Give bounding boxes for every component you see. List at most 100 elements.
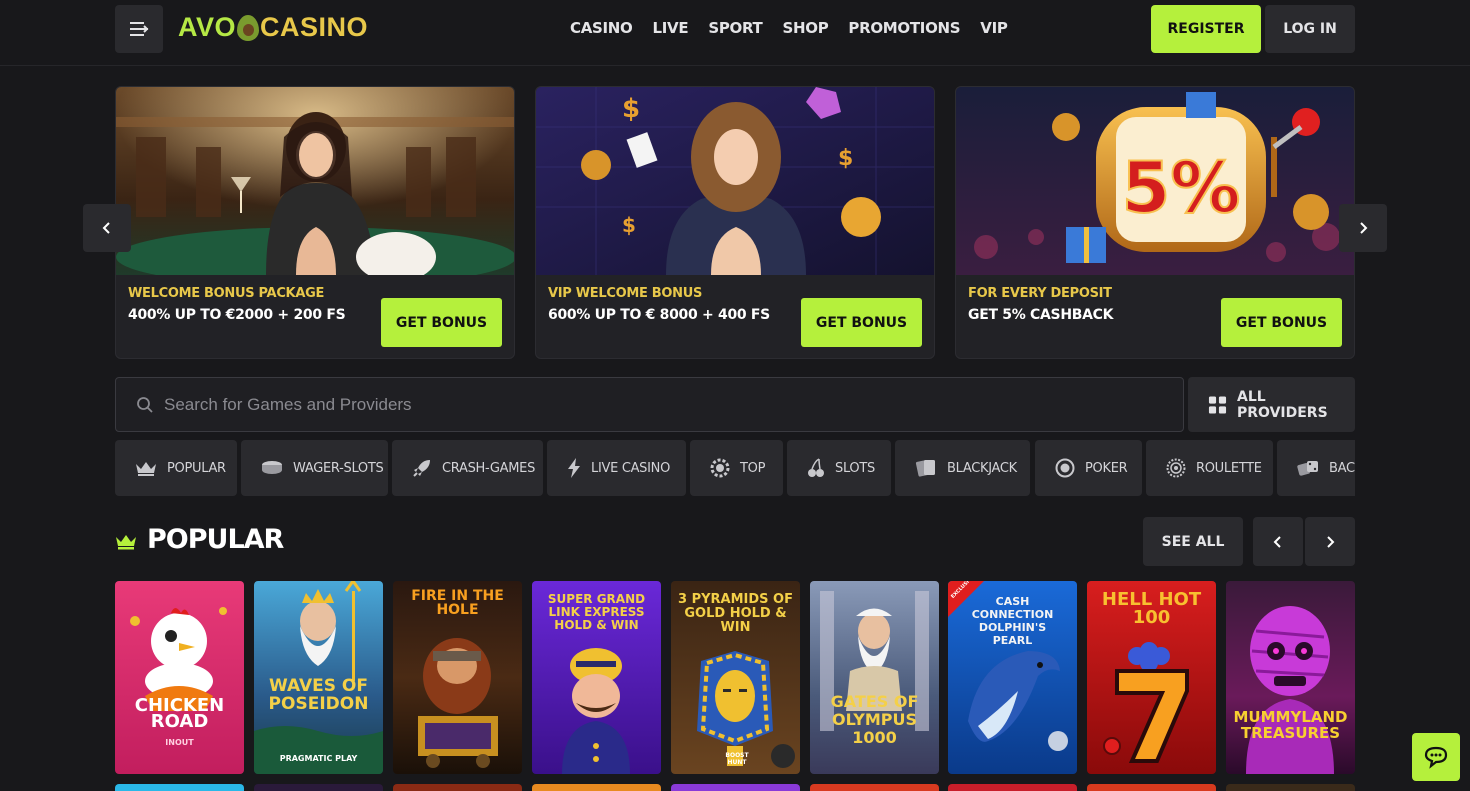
grid-icon [1208, 395, 1227, 414]
roulette-icon [1166, 458, 1186, 478]
category-slots[interactable]: SLOTS [787, 440, 891, 496]
chat-icon [1424, 746, 1448, 769]
get-bonus-button-cashback[interactable]: GET BONUS [1221, 298, 1342, 347]
nav-shop[interactable]: SHOP [782, 19, 828, 37]
category-live-casino[interactable]: LIVE CASINO [547, 440, 686, 496]
cherry-icon [808, 458, 824, 477]
top-bar: AVO CASINO CASINO LIVE SPORT SHOP PROMOTI… [0, 0, 1470, 66]
game-title: WAVES OF POSEIDON [268, 676, 369, 714]
category-crash-games[interactable]: CRASH-GAMES [392, 440, 543, 496]
nav-promotions[interactable]: PROMOTIONS [848, 19, 960, 37]
logo[interactable]: AVO CASINO [178, 12, 368, 43]
category-roulette[interactable]: ROULETTE [1146, 440, 1273, 496]
dice-icon [1297, 461, 1318, 476]
game-title: HELL HOT 100 [1101, 589, 1202, 628]
category-baccarat[interactable]: BACCARAT [1277, 440, 1355, 496]
game-tile-peek[interactable] [115, 784, 244, 791]
avocado-icon [237, 14, 260, 41]
badge-icon [710, 458, 730, 478]
chevron-right-icon [1360, 222, 1368, 234]
category-label: ROULETTE [1196, 460, 1262, 476]
chevron-left-icon [1273, 535, 1281, 548]
main-nav: CASINO LIVE SPORT SHOP PROMOTIONS VIP [570, 19, 1008, 37]
game-title: MUMMYLAND TREASURES [1233, 708, 1348, 742]
promo-banner-welcome[interactable]: WELCOME BONUS PACKAGE 400% UP TO €2000 +… [115, 86, 515, 359]
category-blackjack[interactable]: BLACKJACK [895, 440, 1030, 496]
game-tile-cash-connection[interactable]: EXCLUSIVE CASH CONNECTION DOLPHIN'S PEAR… [948, 581, 1077, 774]
crown-icon [116, 535, 136, 550]
svg-text:$: $ [622, 213, 636, 237]
game-tile-gates-of-olympus[interactable]: GATES OF OLYMPUS 1000 [810, 581, 939, 774]
game-title: GATES OF OLYMPUS 1000 [830, 692, 919, 747]
game-tile-mummyland[interactable]: MUMMYLAND TREASURES [1226, 581, 1355, 774]
game-title: CHICKEN ROAD [134, 695, 225, 732]
menu-toggle-button[interactable] [115, 5, 163, 53]
promo-banner-vip[interactable]: $ $ $ VIP WELCOME BONUS 600% UP TO € 800… [535, 86, 935, 359]
category-top[interactable]: TOP [690, 440, 783, 496]
menu-icon [130, 22, 149, 36]
game-title: SUPER GRAND LINK EXPRESS HOLD & WIN [547, 592, 646, 632]
game-tile-peek[interactable] [254, 784, 383, 791]
game-tile-waves-of-poseidon[interactable]: WAVES OF POSEIDON PRAGMATIC PLAY [254, 581, 383, 774]
game-tile-peek[interactable] [532, 784, 661, 791]
support-chat-button[interactable] [1412, 733, 1460, 781]
games-next-button[interactable] [1305, 517, 1355, 566]
game-tile-pyramids-of-gold[interactable]: 3 PYRAMIDS OF GOLD HOLD & WIN BOOST HUNT [671, 581, 800, 774]
category-bar: POPULAR WAGER-SLOTS CRASH-GAMES LIVE CAS… [115, 440, 1355, 497]
game-tile-peek[interactable] [671, 784, 800, 791]
category-label: BACCARAT [1329, 460, 1355, 476]
search-icon [137, 396, 153, 413]
category-label: WAGER-SLOTS [293, 460, 384, 476]
category-label: SLOTS [835, 460, 875, 476]
chevron-left-icon [102, 222, 110, 234]
nav-live[interactable]: LIVE [653, 19, 689, 37]
game-tile-hell-hot[interactable]: HELL HOT 100 [1087, 581, 1216, 774]
banner-next-button[interactable] [1339, 204, 1387, 252]
banner-prev-button[interactable] [83, 204, 131, 252]
cards-icon [915, 460, 935, 477]
category-wager-slots[interactable]: WAGER-SLOTS [241, 440, 388, 496]
svg-text:$: $ [622, 94, 640, 124]
lightning-icon [568, 458, 580, 478]
svg-text:$: $ [838, 146, 853, 171]
category-popular[interactable]: POPULAR [115, 440, 237, 496]
see-all-button[interactable]: SEE ALL [1143, 517, 1243, 566]
banner-offer-welcome: 400% UP TO €2000 + 200 FS [128, 307, 346, 323]
banner-offer-vip: 600% UP TO € 8000 + 400 FS [548, 307, 770, 323]
category-label: LIVE CASINO [591, 460, 671, 476]
banner-offer-cashback: GET 5% CASHBACK [968, 307, 1114, 323]
game-tile-peek[interactable] [948, 784, 1077, 791]
game-provider: INOUT [165, 738, 194, 747]
nav-vip[interactable]: VIP [980, 19, 1008, 37]
register-button[interactable]: REGISTER [1151, 5, 1261, 53]
game-tile-peek[interactable] [393, 784, 522, 791]
all-providers-button[interactable]: ALL PROVIDERS [1188, 377, 1355, 432]
login-button[interactable]: LOG IN [1265, 5, 1355, 53]
nav-sport[interactable]: SPORT [708, 19, 762, 37]
game-title: CASH CONNECTION DOLPHIN'S PEARL [971, 595, 1054, 647]
get-bonus-button-welcome[interactable]: GET BONUS [381, 298, 502, 347]
game-art-mummy [1246, 606, 1334, 774]
rocket-icon [413, 460, 430, 477]
game-tile-peek[interactable] [810, 784, 939, 791]
banner-image-vip: $ $ $ [536, 87, 934, 275]
logo-text-casino: CASINO [260, 12, 369, 42]
crown-icon [136, 462, 156, 476]
game-tile-peek[interactable] [1226, 784, 1355, 791]
game-tile-fire-in-the-hole[interactable]: FIRE IN THE HOLE [393, 581, 522, 774]
game-provider: PRAGMATIC PLAY [279, 754, 358, 763]
game-tile-super-grand[interactable]: SUPER GRAND LINK EXPRESS HOLD & WIN [532, 581, 661, 774]
game-provider: BOOST HUNT [725, 752, 749, 766]
game-tile-peek[interactable] [1087, 784, 1216, 791]
search-input[interactable] [164, 394, 1064, 415]
games-prev-button[interactable] [1253, 517, 1303, 566]
nav-casino[interactable]: CASINO [570, 19, 633, 37]
game-title: FIRE IN THE HOLE [411, 588, 504, 618]
category-poker[interactable]: POKER [1035, 440, 1142, 496]
game-tile-chicken-road[interactable]: CHICKEN ROAD INOUT [115, 581, 244, 774]
promo-banner-cashback[interactable]: 5% FOR EVERY DEPOSIT GET 5% CASHBACK GET… [955, 86, 1355, 359]
category-label: CRASH-GAMES [442, 460, 536, 476]
section-title: POPULAR [147, 524, 284, 555]
get-bonus-button-vip[interactable]: GET BONUS [801, 298, 922, 347]
banner-label-cashback: FOR EVERY DEPOSIT [968, 286, 1112, 301]
